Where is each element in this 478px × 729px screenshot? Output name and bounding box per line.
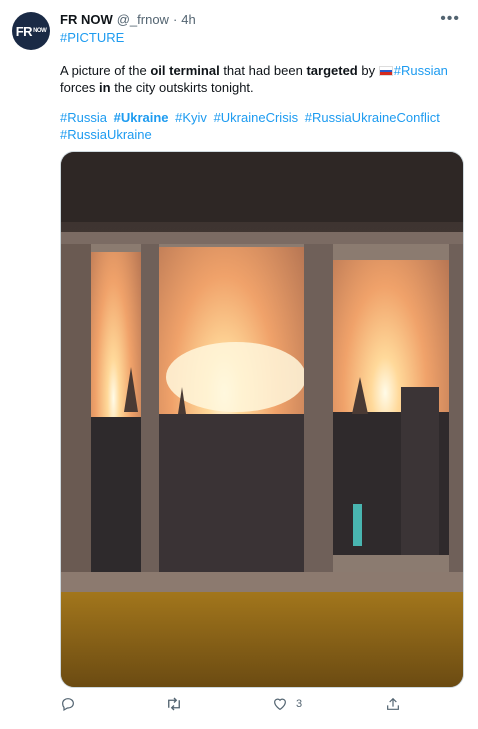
author-name[interactable]: FR NOW xyxy=(60,12,113,27)
text-bold: oil terminal xyxy=(150,63,220,78)
lead-hashtag[interactable]: #PICTURE xyxy=(60,30,124,45)
retweet-icon xyxy=(168,697,180,711)
hashtag-link[interactable]: #RussiaUkraine xyxy=(60,127,152,142)
tweet-photo[interactable] xyxy=(60,151,464,688)
hashtag-link[interactable]: #RussiaUkraineConflict xyxy=(305,110,440,125)
hashtag-link[interactable]: #UkraineCrisis xyxy=(214,110,299,125)
author-handle[interactable]: @_frnow xyxy=(117,12,169,27)
avatar-subtext: NOW xyxy=(33,28,47,34)
russia-flag-icon xyxy=(378,66,393,76)
hashtag-link[interactable]: #Russia xyxy=(60,110,107,125)
text-bold: targeted xyxy=(306,63,358,78)
like-count: 3 xyxy=(296,698,303,710)
photo-window-scene xyxy=(61,152,463,687)
retweet-button[interactable] xyxy=(165,696,183,712)
share-icon xyxy=(387,697,399,710)
timestamp[interactable]: 4h xyxy=(181,12,195,27)
like-icon xyxy=(274,698,286,711)
text-part: by xyxy=(357,63,379,78)
tweet-header: FR NOW @_frnow · 4h xyxy=(60,12,196,27)
text-part: that had been xyxy=(219,63,307,78)
text-part: forces xyxy=(60,80,100,95)
hashtag-link[interactable]: #Ukraine xyxy=(114,110,169,125)
more-icon[interactable]: ••• xyxy=(440,10,460,28)
hashtag-link[interactable]: #Kyiv xyxy=(175,110,207,125)
avatar-text: FR xyxy=(15,23,33,39)
tweet-text: A picture of the oil terminal that had b… xyxy=(60,62,465,96)
like-button[interactable]: 3 xyxy=(272,696,302,712)
text-bold: in xyxy=(99,80,111,95)
tweet-actions: 3 xyxy=(60,696,410,718)
separator: · xyxy=(172,12,178,27)
text-part: the city outskirts tonight. xyxy=(110,80,254,95)
reply-icon xyxy=(62,698,74,712)
hashtag-list: #Russia #Ukraine #Kyiv #UkraineCrisis #R… xyxy=(60,109,465,143)
avatar[interactable]: FR NOW xyxy=(12,12,50,50)
reply-button[interactable] xyxy=(60,696,76,712)
hashtag-link[interactable]: #Russian xyxy=(394,63,448,78)
text-part: A picture of the xyxy=(60,63,151,78)
share-button[interactable] xyxy=(385,696,401,712)
